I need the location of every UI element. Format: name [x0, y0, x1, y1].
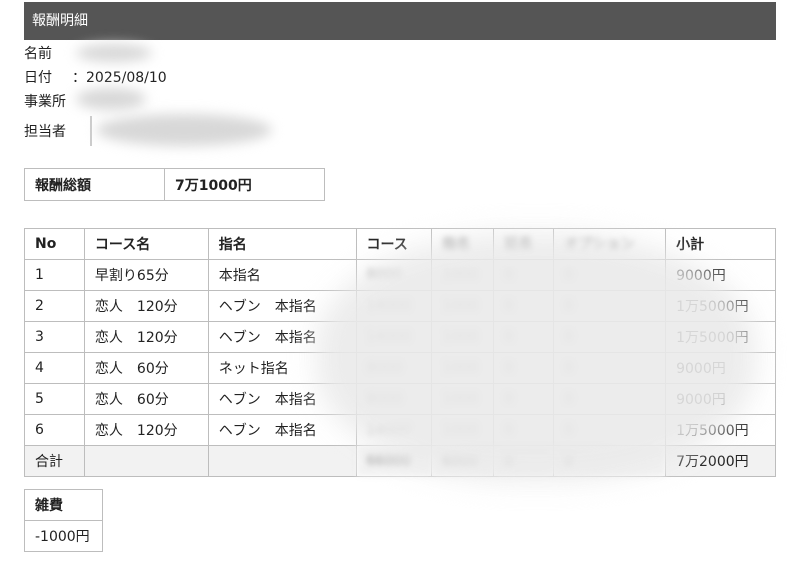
cell	[83, 445, 209, 477]
cell: 恋人 60分	[83, 383, 209, 415]
cell: 2	[24, 290, 85, 322]
col-header: 指名	[207, 228, 357, 260]
total-value: 7万1000円	[164, 168, 325, 201]
col-header: コース名	[83, 228, 209, 260]
cell: 恋人 120分	[83, 414, 209, 446]
misc-value: -1000円	[24, 520, 103, 552]
misc-table: 雑費 -1000円	[24, 489, 103, 552]
date-label: 日付	[24, 70, 52, 86]
col-header: 小計	[665, 228, 776, 260]
col-header: No	[24, 228, 85, 260]
name-label: 名前	[24, 46, 52, 62]
cell: 早割り65分	[83, 259, 209, 291]
name-row: 名前	[24, 44, 52, 64]
cell: 恋人 60分	[83, 352, 209, 384]
cell: 恋人 120分	[83, 290, 209, 322]
cell: 1	[24, 259, 85, 291]
cell: 恋人 120分	[83, 321, 209, 353]
cell	[207, 445, 357, 477]
date-row: 日付 ：2025/08/10	[24, 68, 167, 88]
cell: 5	[24, 383, 85, 415]
cell: 6	[24, 414, 85, 446]
redacted-name	[76, 44, 152, 62]
page-header: 報酬明細	[24, 2, 776, 40]
sum-label: 合計	[24, 445, 85, 477]
cell: 本指名	[207, 259, 357, 291]
redaction-blur	[316, 234, 756, 480]
page-title: 報酬明細	[32, 13, 88, 29]
cell: 3	[24, 321, 85, 353]
staff-label: 担当者	[24, 124, 66, 140]
cell: ヘブン 本指名	[207, 414, 357, 446]
office-label: 事業所	[24, 94, 66, 110]
staff-row: 担当者	[24, 122, 66, 142]
total-table: 報酬総額 7万1000円	[24, 168, 325, 201]
misc-label: 雑費	[24, 489, 103, 521]
redacted-staff	[96, 114, 272, 146]
total-label: 報酬総額	[24, 168, 165, 201]
date-value: ：2025/08/10	[72, 70, 167, 86]
cell: 4	[24, 352, 85, 384]
office-row: 事業所	[24, 92, 66, 112]
staff-field-edge	[90, 116, 92, 146]
redacted-office	[76, 88, 146, 110]
